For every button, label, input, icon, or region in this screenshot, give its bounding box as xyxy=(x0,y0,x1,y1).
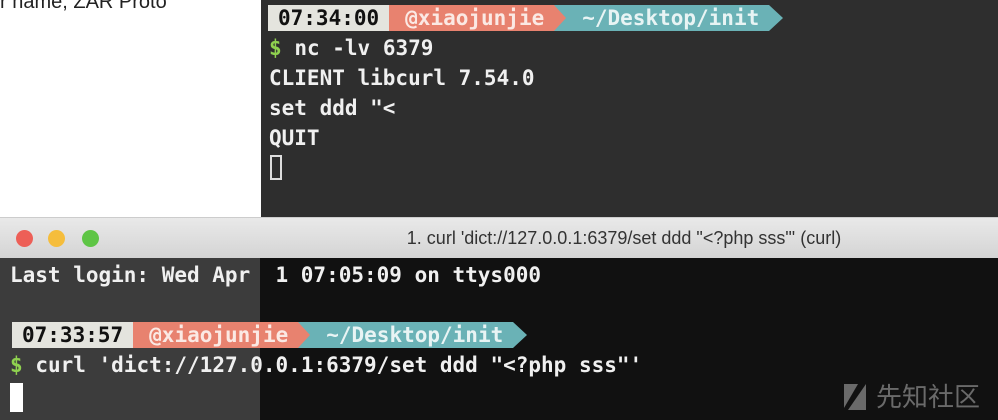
arrow-icon xyxy=(298,322,311,348)
command-text: curl 'dict://127.0.0.1:6379/set ddd "<?p… xyxy=(35,353,643,377)
top-terminal[interactable]: 07:34:00 @xiaojunjie ~/Desktop/init $ nc… xyxy=(261,0,998,218)
bottom-terminal-window[interactable]: 1. curl 'dict://127.0.0.1:6379/set ddd "… xyxy=(0,217,998,420)
dollar-sign: $ xyxy=(10,353,23,377)
output-line: QUIT xyxy=(269,126,320,150)
command-line: $ curl 'dict://127.0.0.1:6379/set ddd "<… xyxy=(10,350,642,380)
command-line: $ nc -lv 6379 xyxy=(269,33,433,63)
prompt-time: 07:33:57 xyxy=(12,322,134,348)
prompt-path: ~/Desktop/init xyxy=(310,322,514,348)
arrow-icon xyxy=(513,322,528,348)
prompt-user: @xiaojunjie xyxy=(389,5,555,31)
arrow-icon xyxy=(769,5,784,31)
command-text: nc -lv 6379 xyxy=(294,36,434,60)
watermark: 先知社区 xyxy=(840,377,980,414)
last-login-line: Last login: Wed Apr 1 07:05:09 on ttys00… xyxy=(10,263,542,287)
arrow-icon xyxy=(554,5,567,31)
prompt-time: 07:34:00 xyxy=(268,5,390,31)
cursor xyxy=(10,383,23,412)
output-line: CLIENT libcurl 7.54.0 xyxy=(269,66,535,90)
prompt-bar: 07:33:57 @xiaojunjie ~/Desktop/init xyxy=(12,322,528,348)
dollar-sign: $ xyxy=(269,36,282,60)
logo-icon xyxy=(843,383,866,410)
prompt-path: ~/Desktop/init xyxy=(566,5,770,31)
title-bar[interactable]: 1. curl 'dict://127.0.0.1:6379/set ddd "… xyxy=(0,217,998,258)
background-page-text: r name, ZAR Proto xyxy=(0,0,167,13)
prompt-user: @xiaojunjie xyxy=(133,322,299,348)
output-line: set ddd "< xyxy=(269,96,396,120)
window-title: 1. curl 'dict://127.0.0.1:6379/set ddd "… xyxy=(406,228,842,248)
terminal-body[interactable]: Last login: Wed Apr 1 07:05:09 on ttys00… xyxy=(0,258,998,420)
prompt-bar: 07:34:00 @xiaojunjie ~/Desktop/init xyxy=(268,5,784,31)
cursor xyxy=(270,155,282,180)
watermark-text: 先知社区 xyxy=(875,383,980,413)
